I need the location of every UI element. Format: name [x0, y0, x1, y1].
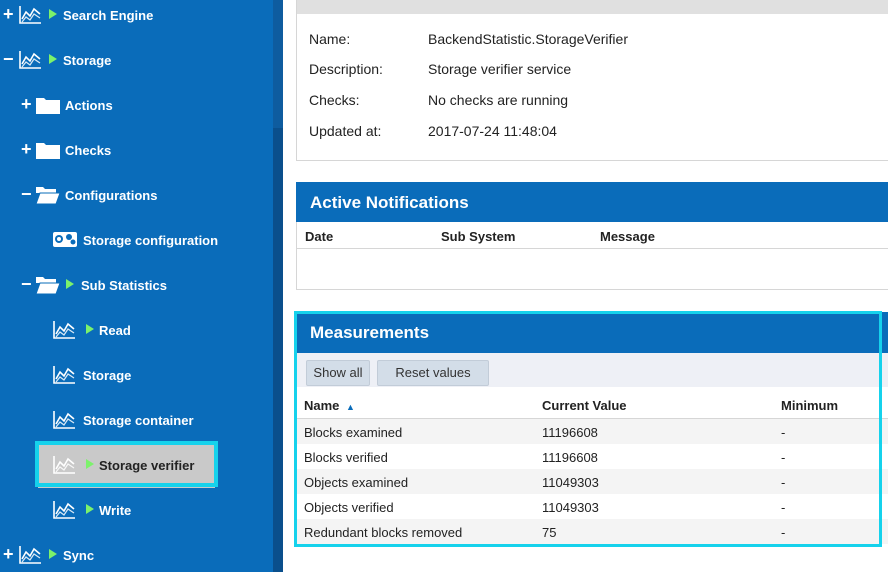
expand-icon[interactable]: +	[3, 5, 14, 23]
folder-open-icon	[35, 275, 61, 300]
sidebar-item-label: Configurations	[65, 188, 158, 203]
info-description-label: Description:	[309, 61, 383, 77]
info-name-value: BackendStatistic.StorageVerifier	[428, 31, 628, 47]
expand-icon[interactable]: +	[21, 95, 32, 113]
collapse-icon[interactable]: −	[21, 275, 32, 293]
chart-icon	[52, 320, 76, 345]
sidebar-item[interactable]: + Checks	[0, 128, 273, 173]
notifications-col-subsystem[interactable]: Sub System	[441, 229, 515, 244]
play-icon	[49, 54, 57, 64]
sidebar-item[interactable]: + Search Engine	[0, 0, 273, 38]
folder-icon	[35, 140, 61, 165]
sidebar-item[interactable]: − Sub Statistics	[0, 263, 273, 308]
info-panel: Name: BackendStatistic.StorageVerifier D…	[296, 0, 888, 161]
notifications-col-date[interactable]: Date	[305, 229, 333, 244]
sidebar-item[interactable]: − Storage	[0, 38, 273, 83]
collapse-icon[interactable]: −	[3, 50, 14, 68]
chart-icon	[18, 545, 42, 570]
chart-icon	[52, 410, 76, 435]
notifications-table: Date Sub System Message	[296, 222, 888, 290]
active-notifications-title: Active Notifications	[310, 193, 469, 212]
sidebar-item-label: Sub Statistics	[81, 278, 167, 293]
sidebar-tree: + Search Engine − Storage + Actions + Checks − Co…	[0, 0, 283, 572]
chart-icon	[18, 5, 42, 30]
config-icon	[52, 230, 78, 255]
sidebar-item[interactable]: + Actions	[0, 83, 273, 128]
main-content: Name: BackendStatistic.StorageVerifier D…	[283, 0, 888, 572]
sidebar-item[interactable]: Read	[0, 308, 273, 353]
folder-open-icon	[35, 185, 61, 210]
sidebar-item-label: Storage configuration	[83, 233, 219, 248]
sidebar-item[interactable]: Storage	[0, 353, 273, 398]
sidebar-item-label: Write	[99, 503, 132, 518]
collapse-icon[interactable]: −	[21, 185, 32, 203]
sidebar-item[interactable]: Storage container	[0, 398, 273, 443]
sidebar-item-label: Search Engine	[63, 8, 154, 23]
sidebar-item[interactable]: − Configurations	[0, 173, 273, 218]
notifications-col-message[interactable]: Message	[600, 229, 655, 244]
expand-icon[interactable]: +	[21, 140, 32, 158]
info-checks-value: No checks are running	[428, 92, 569, 108]
info-checks-label: Checks:	[309, 92, 360, 108]
sidebar-item-label: Checks	[65, 143, 112, 158]
sidebar-item-label: Storage container	[83, 413, 194, 428]
active-notifications-header: Active Notifications	[296, 182, 888, 222]
expand-icon[interactable]: +	[3, 545, 14, 563]
play-icon	[66, 279, 74, 289]
sidebar-item[interactable]: Write	[0, 488, 273, 533]
info-name-label: Name:	[309, 31, 351, 47]
sidebar-item-label: Sync	[63, 548, 95, 563]
chart-icon	[52, 500, 76, 525]
chart-icon	[18, 50, 42, 75]
sidebar-item[interactable]: Storage configuration	[0, 218, 273, 263]
folder-icon	[35, 95, 61, 120]
measurements-highlight-frame	[294, 311, 882, 547]
selection-highlight-frame	[35, 441, 218, 487]
info-updated-label: Updated at:	[309, 123, 382, 139]
info-updated-value: 2017-07-24 11:48:04	[428, 123, 557, 139]
sidebar-item-label: Storage	[83, 368, 132, 383]
sidebar-item-label: Read	[99, 323, 131, 338]
sidebar-scrollbar-thumb[interactable]	[273, 128, 283, 572]
sidebar-item-label: Actions	[65, 98, 113, 113]
chart-icon	[52, 365, 76, 390]
play-icon	[49, 9, 57, 19]
sidebar-item-label: Storage	[63, 53, 112, 68]
play-icon	[86, 324, 94, 334]
play-icon	[49, 549, 57, 559]
info-description-value: Storage verifier service	[428, 61, 572, 77]
play-icon	[86, 504, 94, 514]
sidebar-item[interactable]: + Sync	[0, 533, 273, 578]
info-panel-header	[297, 0, 888, 14]
